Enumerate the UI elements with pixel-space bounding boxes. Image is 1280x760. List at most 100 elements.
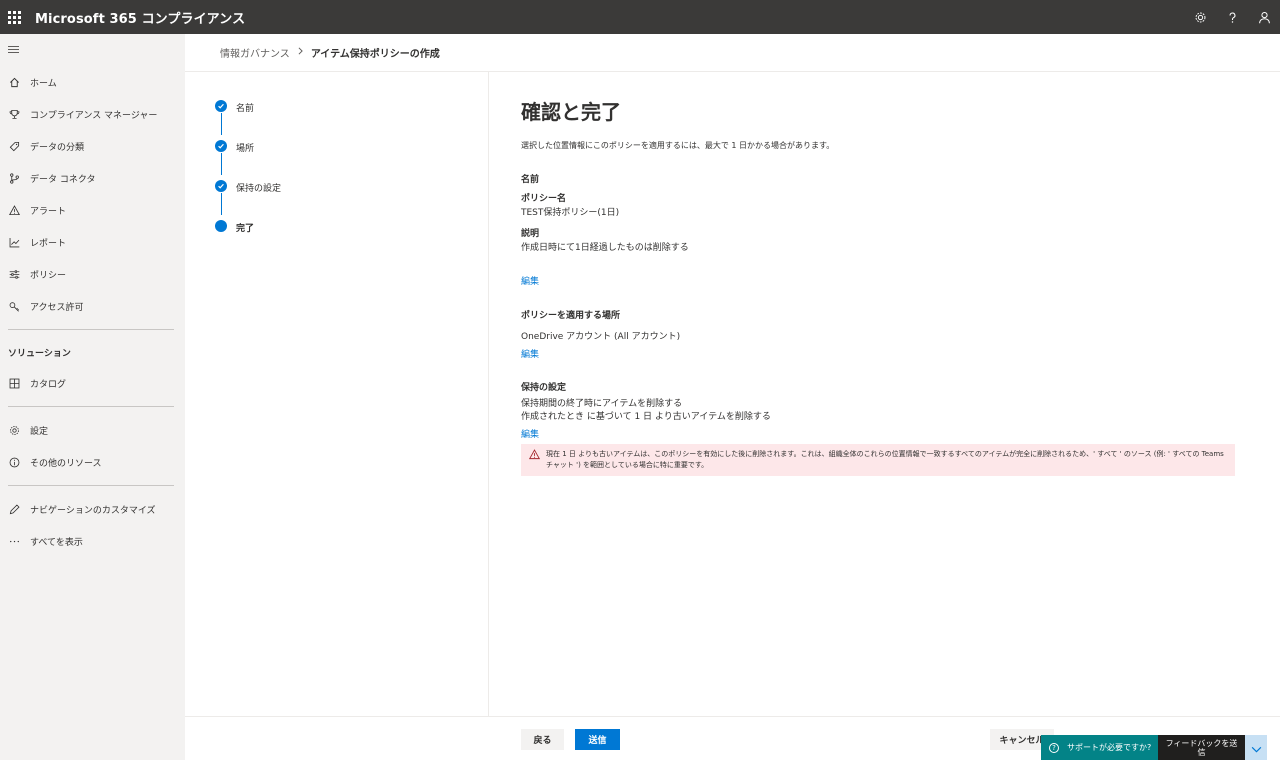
- support-button[interactable]: ? サポートが必要ですか?: [1041, 735, 1158, 760]
- step-label: 場所: [236, 144, 255, 154]
- submit-button[interactable]: 送信: [575, 729, 620, 750]
- check-icon: [215, 180, 227, 192]
- retention-line-2: 作成されたとき に基づいて 1 日 より古いアイテムを削除する: [521, 412, 771, 422]
- hamburger-icon: [8, 45, 19, 53]
- app-title[interactable]: Microsoft 365 コンプライアンス: [35, 8, 245, 27]
- user-icon[interactable]: [1248, 0, 1280, 34]
- description-value: 作成日時にて1日経過したものは削除する: [521, 243, 689, 253]
- left-navigation: ホーム コンプライアンス マネージャー データの分類 データ コネクタ アラート…: [0, 34, 185, 760]
- more-icon: [8, 535, 21, 548]
- nav-item-show-all[interactable]: すべてを表示: [0, 525, 185, 557]
- breadcrumb-parent-link[interactable]: 情報ガバナンス: [220, 45, 290, 60]
- nav-item-policies[interactable]: ポリシー: [0, 258, 185, 290]
- step-label: 名前: [236, 104, 255, 114]
- nav-item-compliance-manager[interactable]: コンプライアンス マネージャー: [0, 98, 185, 130]
- edit-locations-link[interactable]: 編集: [521, 347, 539, 360]
- policy-name-label: ポリシー名: [521, 194, 567, 204]
- help-icon[interactable]: [1216, 0, 1248, 34]
- intro-text: 選択した位置情報にこのポリシーを適用するには、最大で 1 日かかる場合があります…: [521, 141, 835, 150]
- nav-toggle-button[interactable]: [0, 34, 185, 64]
- page-title: 確認と完了: [521, 100, 621, 124]
- nav-item-label: アクセス許可: [30, 302, 84, 313]
- step-finish[interactable]: 完了: [215, 216, 475, 256]
- nav-item-label: ナビゲーションのカスタマイズ: [30, 505, 156, 516]
- breadcrumb: 情報ガバナンス アイテム保持ポリシーの作成: [185, 34, 1280, 72]
- nav-divider: [8, 406, 174, 407]
- policy-icon: [8, 268, 21, 281]
- policy-name-value: TEST保持ポリシー(1日): [521, 208, 620, 218]
- check-icon: [215, 140, 227, 152]
- trophy-icon: [8, 108, 21, 121]
- nav-divider: [8, 329, 174, 330]
- back-button[interactable]: 戻る: [521, 729, 564, 750]
- nav-item-label: 設定: [30, 426, 49, 437]
- locations-value: OneDrive アカウント (All アカウント): [521, 332, 681, 342]
- nav-item-label: ポリシー: [30, 270, 67, 281]
- nav-item-catalog[interactable]: カタログ: [0, 367, 185, 399]
- current-step-dot: [215, 220, 227, 232]
- edit-retention-link[interactable]: 編集: [521, 427, 539, 440]
- warning-icon: [528, 449, 541, 460]
- step-connector: [220, 193, 222, 215]
- pencil-icon: [8, 503, 21, 516]
- nav-item-label: アラート: [30, 206, 67, 217]
- nav-divider: [8, 485, 174, 486]
- warning-message-bar: 現在 1 日 よりも古いアイテムは、このポリシーを有効にした後に削除されます。こ…: [521, 444, 1235, 476]
- nav-item-label: すべてを表示: [30, 537, 83, 548]
- step-connector: [220, 153, 222, 175]
- app-launcher-button[interactable]: [0, 0, 28, 34]
- panel-divider: [488, 72, 489, 716]
- settings-icon[interactable]: [1184, 0, 1216, 34]
- support-label: サポートが必要ですか?: [1067, 743, 1152, 752]
- alert-icon: [8, 204, 21, 217]
- step-locations[interactable]: 場所: [215, 136, 475, 176]
- wizard-steps: 名前 場所 保持の設定 完了: [215, 96, 475, 256]
- help-icon: ?: [1049, 742, 1059, 753]
- chart-icon: [8, 236, 21, 249]
- nav-item-reports[interactable]: レポート: [0, 226, 185, 258]
- nav-item-data-connectors[interactable]: データ コネクタ: [0, 162, 185, 194]
- info-icon: [8, 456, 21, 469]
- step-name[interactable]: 名前: [215, 96, 475, 136]
- connector-icon: [8, 172, 21, 185]
- waffle-icon: [7, 10, 21, 24]
- nav-item-home[interactable]: ホーム: [0, 66, 185, 98]
- edit-name-link[interactable]: 編集: [521, 274, 539, 287]
- collapse-button[interactable]: [1245, 735, 1267, 760]
- breadcrumb-current: アイテム保持ポリシーの作成: [310, 49, 440, 60]
- nav-item-data-classification[interactable]: データの分類: [0, 130, 185, 162]
- tag-icon: [8, 140, 21, 153]
- nav-item-label: データの分類: [30, 142, 85, 153]
- chevron-down-icon: [1251, 738, 1262, 757]
- nav-item-alerts[interactable]: アラート: [0, 194, 185, 226]
- retention-section-heading: 保持の設定: [521, 383, 567, 393]
- nav-item-label: コンプライアンス マネージャー: [30, 110, 158, 121]
- nav-item-settings[interactable]: 設定: [0, 414, 185, 446]
- nav-item-customize-navigation[interactable]: ナビゲーションのカスタマイズ: [0, 493, 185, 525]
- nav-item-more-resources[interactable]: その他のリソース: [0, 446, 185, 478]
- nav-item-label: データ コネクタ: [30, 174, 96, 185]
- warning-text: 現在 1 日 よりも古いアイテムは、このポリシーを有効にした後に削除されます。こ…: [546, 450, 1224, 469]
- home-icon: [8, 76, 21, 89]
- retention-line-1: 保持期間の終了時にアイテムを削除する: [521, 399, 683, 409]
- footer-divider: [185, 716, 1280, 717]
- nav-item-label: カタログ: [30, 379, 67, 390]
- nav-item-label: レポート: [30, 238, 67, 249]
- locations-section-heading: ポリシーを適用する場所: [521, 311, 621, 321]
- step-label: 完了: [236, 224, 255, 234]
- name-section-heading: 名前: [521, 175, 540, 185]
- top-bar: Microsoft 365 コンプライアンス: [0, 0, 1280, 34]
- nav-item-label: その他のリソース: [30, 458, 102, 469]
- catalog-icon: [8, 377, 21, 390]
- nav-item-permissions[interactable]: アクセス許可: [0, 290, 185, 322]
- review-panel: 確認と完了 選択した位置情報にこのポリシーを適用するには、最大で 1 日かかる場…: [521, 96, 1236, 476]
- nav-section-heading: ソリューション: [8, 348, 71, 359]
- feedback-button[interactable]: フィードバックを送信: [1158, 735, 1245, 760]
- gear-icon: [8, 424, 21, 437]
- description-label: 説明: [521, 229, 540, 239]
- step-connector: [220, 113, 222, 135]
- chevron-right-icon: [297, 47, 304, 58]
- step-label: 保持の設定: [236, 184, 282, 194]
- step-retention-settings[interactable]: 保持の設定: [215, 176, 475, 216]
- key-icon: [8, 300, 21, 313]
